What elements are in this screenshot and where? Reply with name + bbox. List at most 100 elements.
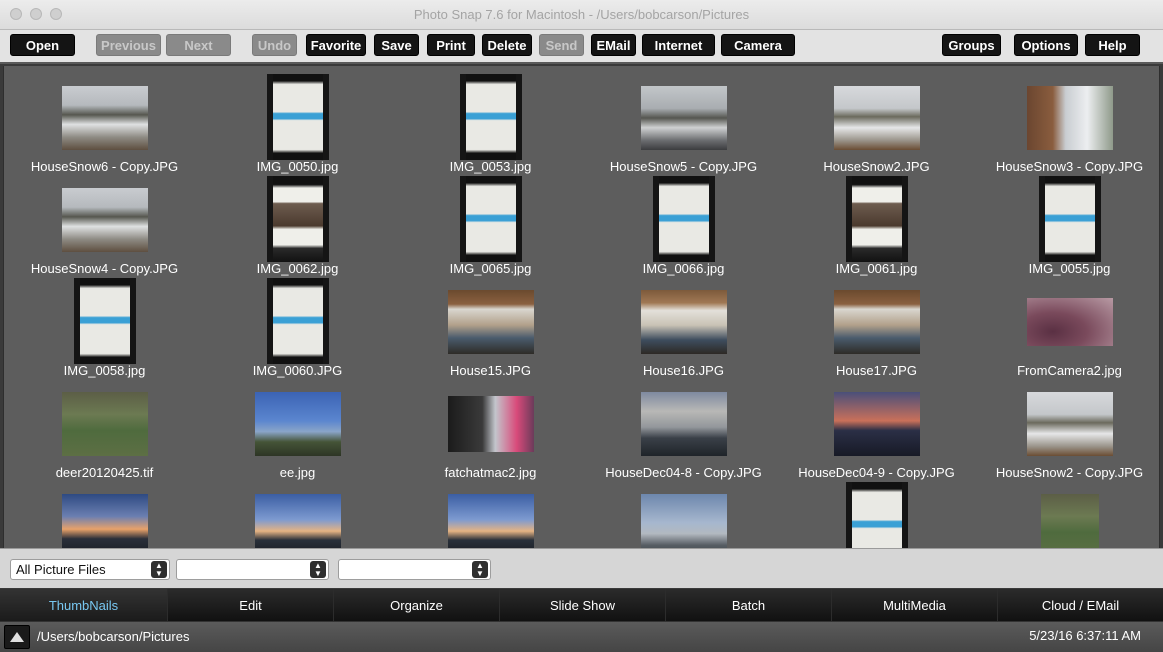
favorite-button[interactable]: Favorite bbox=[306, 34, 366, 56]
filter-select-2[interactable]: ▲ ▼ bbox=[176, 559, 329, 580]
tab-cloud-email[interactable]: Cloud / EMail bbox=[998, 589, 1163, 621]
thumbnail-item[interactable]: ee.jpg bbox=[201, 372, 394, 480]
thumbnail-item[interactable]: FromCamera2.jpg bbox=[973, 270, 1159, 378]
thumbnail-image[interactable] bbox=[73, 278, 136, 364]
next-button[interactable]: Next bbox=[166, 34, 231, 56]
thumbnail-image[interactable] bbox=[1026, 392, 1113, 456]
help-button[interactable]: Help bbox=[1085, 34, 1140, 56]
mode-tabs: ThumbNails Edit Organize Slide Show Batc… bbox=[0, 589, 1163, 621]
title-bar: Photo Snap 7.6 for Macintosh - /Users/bo… bbox=[0, 0, 1163, 30]
thumbnail-item[interactable]: IMG_0060.JPG bbox=[201, 270, 394, 378]
current-path: /Users/bobcarson/Pictures bbox=[37, 629, 190, 644]
thumbnail-image[interactable] bbox=[266, 176, 329, 262]
thumbnail-item[interactable]: HouseSnow2 - Copy.JPG bbox=[973, 372, 1159, 480]
thumbnail-image[interactable] bbox=[447, 290, 534, 354]
thumbnail-item[interactable]: House15.JPG bbox=[394, 270, 587, 378]
tab-batch[interactable]: Batch bbox=[666, 589, 832, 621]
groups-button[interactable]: Groups bbox=[942, 34, 1001, 56]
thumbnail-item[interactable]: deer20120425.tif bbox=[8, 372, 201, 480]
thumbnail-image[interactable] bbox=[254, 392, 341, 456]
tab-thumbnails[interactable]: ThumbNails bbox=[0, 589, 168, 621]
filter-select-3[interactable]: ▲ ▼ bbox=[338, 559, 491, 580]
undo-button[interactable]: Undo bbox=[252, 34, 297, 56]
thumbnail-item[interactable]: House16.JPG bbox=[587, 270, 780, 378]
thumbnail-item[interactable] bbox=[587, 474, 780, 548]
thumbnail-image[interactable] bbox=[61, 494, 148, 548]
thumbnail-image[interactable] bbox=[266, 74, 329, 160]
thumbnail-grid[interactable]: HouseSnow6 - Copy.JPG IMG_0050.jpg IMG_0… bbox=[3, 66, 1160, 548]
thumbnail-image[interactable] bbox=[459, 176, 522, 262]
thumbnail-image[interactable] bbox=[1038, 176, 1101, 262]
thumbnail-item[interactable]: IMG_0066.jpg bbox=[587, 168, 780, 276]
file-type-select[interactable]: All Picture Files ▲ ▼ bbox=[10, 559, 170, 580]
tab-slide-show[interactable]: Slide Show bbox=[500, 589, 666, 621]
thumbnail-item[interactable] bbox=[201, 474, 394, 548]
thumbnail-image[interactable] bbox=[640, 290, 727, 354]
thumbnail-item[interactable] bbox=[780, 474, 973, 548]
tab-multimedia[interactable]: MultiMedia bbox=[832, 589, 998, 621]
thumbnail-image[interactable] bbox=[640, 392, 727, 456]
thumbnail-image[interactable] bbox=[845, 482, 908, 548]
open-button[interactable]: Open bbox=[10, 34, 75, 56]
tab-edit[interactable]: Edit bbox=[168, 589, 334, 621]
thumbnail-image[interactable] bbox=[61, 392, 148, 456]
thumbnail-item[interactable]: IMG_0053.jpg bbox=[394, 66, 587, 174]
thumbnail-item[interactable]: HouseSnow3 - Copy.JPG bbox=[973, 66, 1159, 174]
send-button[interactable]: Send bbox=[539, 34, 584, 56]
thumbnail-item[interactable]: IMG_0050.jpg bbox=[201, 66, 394, 174]
window-title: Photo Snap 7.6 for Macintosh - /Users/bo… bbox=[413, 7, 750, 22]
thumbnail-item[interactable] bbox=[973, 474, 1159, 548]
delete-button[interactable]: Delete bbox=[482, 34, 532, 56]
toolbar: Open Previous Next Undo Favorite Save Pr… bbox=[0, 30, 1163, 64]
thumbnail-item[interactable]: IMG_0065.jpg bbox=[394, 168, 587, 276]
current-datetime: 5/23/16 6:37:11 AM bbox=[1029, 628, 1141, 643]
thumbnail-item[interactable]: HouseSnow6 - Copy.JPG bbox=[8, 66, 201, 174]
thumbnail-image[interactable] bbox=[1026, 298, 1113, 346]
thumbnail-item[interactable]: HouseSnow5 - Copy.JPG bbox=[587, 66, 780, 174]
thumbnail-item[interactable]: HouseSnow2.JPG bbox=[780, 66, 973, 174]
thumbnail-image[interactable] bbox=[640, 86, 727, 150]
thumbnail-item[interactable]: fatchatmac2.jpg bbox=[394, 372, 587, 480]
thumbnail-image[interactable] bbox=[1040, 494, 1099, 548]
save-button[interactable]: Save bbox=[374, 34, 419, 56]
thumbnail-image[interactable] bbox=[254, 494, 341, 548]
thumbnail-image[interactable] bbox=[266, 278, 329, 364]
thumbnail-image[interactable] bbox=[61, 188, 148, 252]
thumbnail-item[interactable] bbox=[394, 474, 587, 548]
thumbnail-item[interactable]: HouseDec04-9 - Copy.JPG bbox=[780, 372, 973, 480]
thumbnail-item[interactable]: HouseDec04-8 - Copy.JPG bbox=[587, 372, 780, 480]
thumbnail-image[interactable] bbox=[459, 74, 522, 160]
status-bar: /Users/bobcarson/Pictures 5/23/16 6:37:1… bbox=[0, 621, 1163, 652]
thumbnail-item[interactable]: IMG_0061.jpg bbox=[780, 168, 973, 276]
filter-bar: All Picture Files ▲ ▼ ▲ ▼ ▲ ▼ bbox=[0, 548, 1163, 588]
thumbnail-image[interactable] bbox=[833, 392, 920, 456]
options-button[interactable]: Options bbox=[1014, 34, 1078, 56]
tab-organize[interactable]: Organize bbox=[334, 589, 500, 621]
thumbnail-image[interactable] bbox=[652, 176, 715, 262]
thumbnail-item[interactable]: IMG_0058.jpg bbox=[8, 270, 201, 378]
internet-button[interactable]: Internet bbox=[642, 34, 715, 56]
previous-button[interactable]: Previous bbox=[96, 34, 161, 56]
thumbnail-image[interactable] bbox=[447, 396, 534, 452]
thumbnail-item[interactable]: HouseSnow4 - Copy.JPG bbox=[8, 168, 201, 276]
thumbnail-item[interactable] bbox=[8, 474, 201, 548]
print-button[interactable]: Print bbox=[427, 34, 475, 56]
thumbnail-item[interactable]: IMG_0055.jpg bbox=[973, 168, 1159, 276]
updown-arrows-icon: ▲ ▼ bbox=[472, 561, 488, 578]
camera-button[interactable]: Camera bbox=[721, 34, 795, 56]
thumbnail-image[interactable] bbox=[640, 494, 727, 548]
thumbnail-item[interactable]: House17.JPG bbox=[780, 270, 973, 378]
collapse-button[interactable] bbox=[4, 625, 30, 649]
thumbnail-item[interactable]: IMG_0062.jpg bbox=[201, 168, 394, 276]
file-type-select-value: All Picture Files bbox=[16, 562, 106, 577]
updown-arrows-icon: ▲ ▼ bbox=[151, 561, 167, 578]
updown-arrows-icon: ▲ ▼ bbox=[310, 561, 326, 578]
thumbnail-image[interactable] bbox=[845, 176, 908, 262]
thumbnail-image[interactable] bbox=[447, 494, 534, 548]
triangle-up-icon bbox=[10, 632, 24, 642]
email-button[interactable]: EMail bbox=[591, 34, 636, 56]
thumbnail-image[interactable] bbox=[833, 290, 920, 354]
thumbnail-image[interactable] bbox=[833, 86, 920, 150]
thumbnail-image[interactable] bbox=[61, 86, 148, 150]
thumbnail-image[interactable] bbox=[1026, 86, 1113, 150]
